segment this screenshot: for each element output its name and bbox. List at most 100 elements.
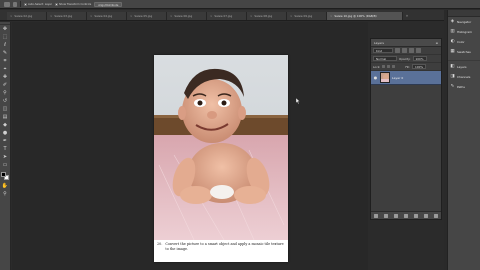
type-tool-icon[interactable]: T — [1, 146, 10, 153]
filter-adjustment-icon[interactable] — [402, 48, 407, 53]
document-tab[interactable]: × Saisie 06.jpg — [167, 12, 207, 20]
brush-tool-icon[interactable]: ✐ — [1, 82, 10, 89]
tab-label: Saisie 10.jpg @ 100% (RGB/8) — [334, 14, 377, 18]
canvas-workspace[interactable]: 20. Convert the picture to a smart objec… — [12, 22, 368, 270]
shape-tool-icon[interactable]: ▭ — [1, 162, 10, 169]
opacity-input[interactable]: 100% — [412, 56, 427, 61]
add-mask-icon[interactable] — [394, 213, 398, 218]
dock-item-paths[interactable]: ✎ Paths — [448, 82, 480, 92]
zoom-tool-icon[interactable]: ⚲ — [1, 191, 10, 198]
tab-label: Saisie 07.jpg — [214, 14, 233, 18]
lock-position-icon[interactable] — [387, 65, 391, 68]
caption-number: 20. — [157, 242, 163, 246]
delete-layer-icon[interactable] — [434, 213, 438, 218]
new-group-icon[interactable] — [414, 213, 418, 218]
right-dock: ◈ Navigator ▥ Histogram ◐ Color ▦ Swatches ◧ Laye… — [447, 10, 480, 270]
auto-select-box[interactable] — [24, 2, 27, 6]
dock-item-histogram[interactable]: ▥ Histogram — [448, 27, 480, 37]
dock-item-layers[interactable]: ◧ Layers — [448, 62, 480, 72]
blend-opacity-row: Normal Opacity: 100% — [371, 55, 441, 63]
hand-tool-icon[interactable]: ✋ — [1, 183, 10, 190]
pen-tool-icon[interactable]: ✒ — [1, 138, 10, 145]
history-brush-tool-icon[interactable]: ↺ — [1, 98, 10, 105]
lock-all-icon[interactable] — [392, 65, 396, 68]
show-transform-checkbox[interactable]: Show Transform Controls — [54, 2, 91, 6]
healing-brush-tool-icon[interactable]: ✚ — [1, 74, 10, 81]
fill-input[interactable]: 100% — [412, 64, 427, 69]
quick-select-tool-icon[interactable]: ✎ — [1, 50, 10, 57]
gradient-tool-icon[interactable]: ▤ — [1, 114, 10, 121]
lasso-tool-icon[interactable]: ℓ — [1, 42, 10, 49]
tools-grip[interactable] — [0, 22, 10, 25]
document-tab[interactable]: × Saisie 09.jpg — [287, 12, 327, 20]
dodge-tool-icon[interactable]: ● — [1, 130, 10, 137]
document-tab[interactable]: × Saisie 04.jpg — [87, 12, 127, 20]
dock-header[interactable] — [448, 10, 480, 17]
swatches-icon[interactable]: ▦ — [450, 49, 455, 55]
align-distribute-button[interactable]: Align/Distribute — [94, 1, 123, 7]
crop-tool-icon[interactable]: ⌗ — [1, 58, 10, 65]
adjustment-layer-icon[interactable] — [404, 213, 408, 218]
tab-label: Saisie 06.jpg — [174, 14, 193, 18]
tab-label: Saisie 09.jpg — [294, 14, 313, 18]
kind-filter-select[interactable]: Kind — [373, 48, 393, 53]
color-icon[interactable]: ◐ — [450, 39, 455, 45]
tools-panel: ✥ ⬚ ℓ ✎ ⌗ ⌖ ✚ ✐ ⚲ ↺ ◫ ▤ ◆ ● ✒ T ➤ ▭ ✋ ⚲ — [0, 22, 11, 270]
channels-icon[interactable]: ◨ — [450, 74, 455, 80]
path-select-tool-icon[interactable]: ➤ — [1, 154, 10, 161]
tab-close-icon[interactable]: × — [90, 12, 92, 20]
histogram-icon[interactable]: ▥ — [450, 29, 455, 35]
auto-select-checkbox[interactable]: Auto-Select: Layer — [24, 2, 52, 6]
tab-active-document[interactable]: × Saisie 10.jpg @ 100% (RGB/8) — [327, 12, 403, 20]
tab-close-icon[interactable]: × — [290, 12, 292, 20]
blend-mode-select[interactable]: Normal — [373, 56, 397, 61]
navigator-icon[interactable]: ◈ — [450, 19, 455, 25]
document-tab[interactable]: × Saisie 02.jpg — [7, 12, 47, 20]
paths-icon[interactable]: ✎ — [450, 84, 455, 90]
clone-stamp-tool-icon[interactable]: ⚲ — [1, 90, 10, 97]
tabs-overflow-icon[interactable]: » — [403, 12, 411, 20]
blur-tool-icon[interactable]: ◆ — [1, 122, 10, 129]
tab-label: Saisie 02.jpg — [14, 14, 33, 18]
lock-label: Lock: — [373, 64, 381, 69]
tab-close-icon[interactable]: × — [250, 12, 252, 20]
dock-item-navigator[interactable]: ◈ Navigator — [448, 17, 480, 27]
visibility-eye-icon[interactable]: ● — [373, 75, 378, 80]
dock-item-label: Navigator — [457, 20, 472, 24]
move-tool-icon[interactable]: ✥ — [1, 26, 10, 33]
document-canvas[interactable]: 20. Convert the picture to a smart objec… — [154, 55, 288, 262]
tab-close-icon[interactable]: × — [330, 12, 332, 20]
filter-pixel-icon[interactable] — [395, 48, 400, 53]
tab-close-icon[interactable]: × — [10, 12, 12, 20]
eyedropper-tool-icon[interactable]: ⌖ — [1, 66, 10, 73]
new-layer-icon[interactable] — [424, 213, 428, 218]
filter-type-icon[interactable] — [409, 48, 414, 53]
filter-shape-icon[interactable] — [416, 48, 421, 53]
layer-name[interactable]: Layer 0 — [392, 76, 403, 80]
dock-item-color[interactable]: ◐ Color — [448, 37, 480, 47]
marquee-tool-icon[interactable]: ⬚ — [1, 34, 10, 41]
color-swatches[interactable] — [0, 172, 10, 182]
tool-preset-icon[interactable] — [13, 1, 17, 7]
panel-menu-icon[interactable]: ≡ — [435, 39, 438, 46]
tab-close-icon[interactable]: × — [170, 12, 172, 20]
tab-close-icon[interactable]: × — [50, 12, 52, 20]
document-tab[interactable]: × Saisie 05.jpg — [127, 12, 167, 20]
document-tab[interactable]: × Saisie 03.jpg — [47, 12, 87, 20]
tab-close-icon[interactable]: × — [210, 12, 212, 20]
layer-style-icon[interactable] — [384, 213, 388, 218]
layer-row[interactable]: ● Layer 0 — [371, 71, 441, 85]
dock-item-swatches[interactable]: ▦ Swatches — [448, 47, 480, 57]
move-tool-icon[interactable] — [4, 1, 10, 7]
lock-pixels-icon[interactable] — [382, 65, 386, 68]
foreground-color-swatch[interactable] — [0, 172, 6, 177]
eraser-tool-icon[interactable]: ◫ — [1, 106, 10, 113]
show-transform-box[interactable] — [54, 2, 58, 6]
layers-icon[interactable]: ◧ — [450, 64, 455, 70]
dock-item-channels[interactable]: ◨ Channels — [448, 72, 480, 82]
document-tab[interactable]: × Saisie 08.jpg — [247, 12, 287, 20]
layers-panel-header[interactable]: Layers ≡ — [371, 39, 441, 47]
document-tab[interactable]: × Saisie 07.jpg — [207, 12, 247, 20]
link-layers-icon[interactable] — [374, 213, 378, 218]
tab-close-icon[interactable]: × — [130, 12, 132, 20]
